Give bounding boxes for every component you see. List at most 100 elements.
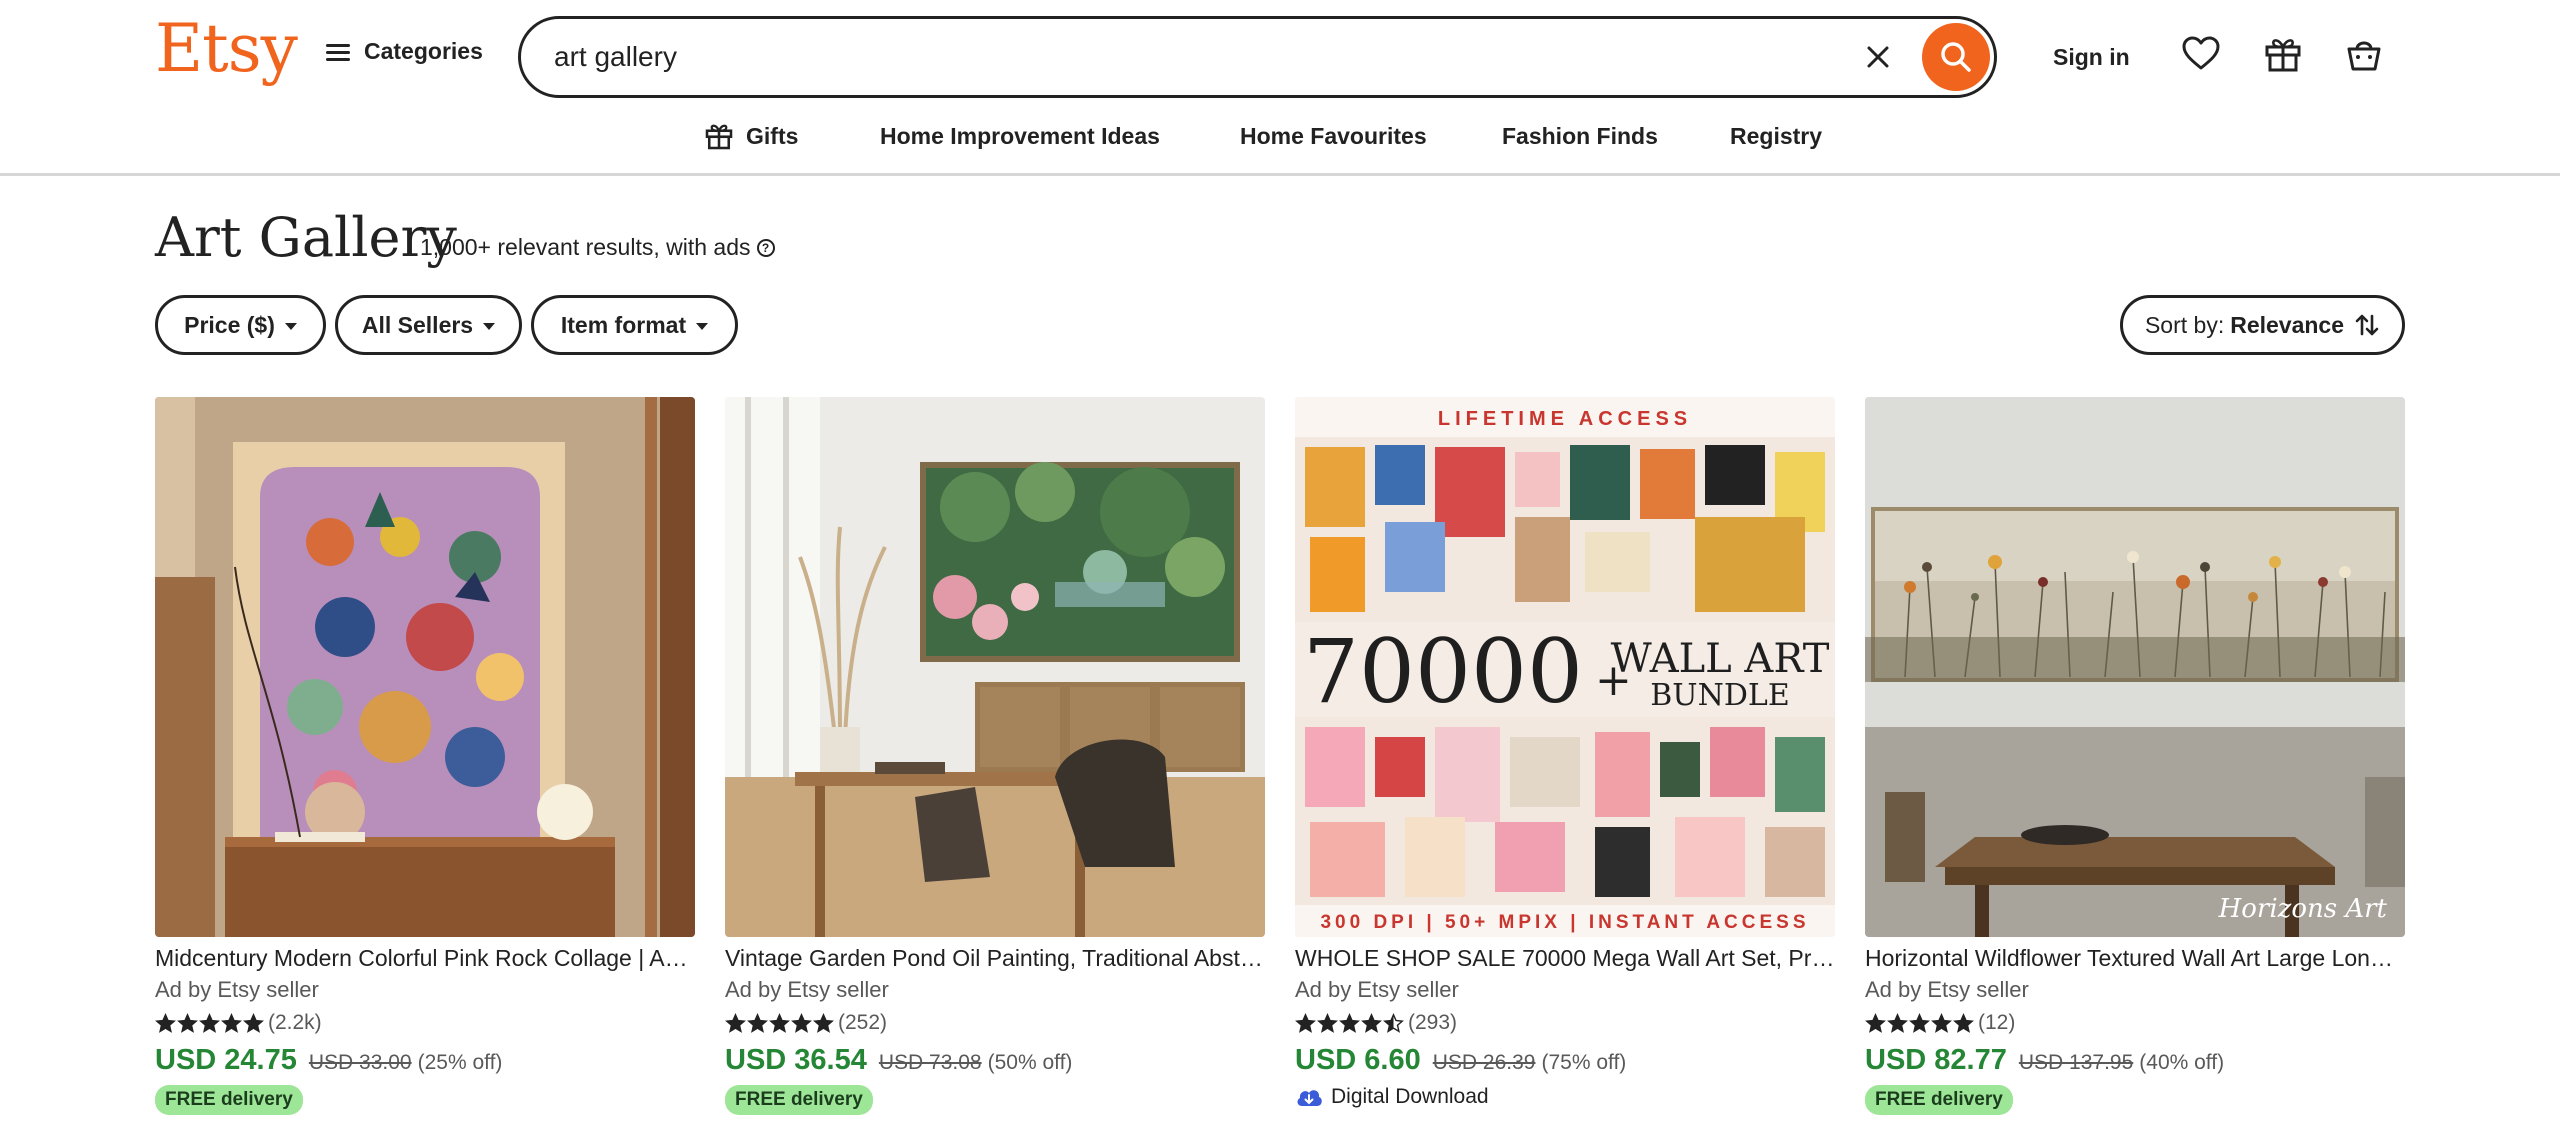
search-input[interactable] [554,41,1834,73]
nav-registry[interactable]: Registry [1730,120,1822,152]
sale-price: USD 36.54 [725,1044,867,1076]
header-divider [0,173,2560,176]
star-icon [1887,1012,1908,1033]
review-count: (252) [838,1011,888,1034]
listing-seller: Ad by Etsy seller [725,977,889,1002]
listing-card[interactable]: Midcentury Modern Colorful Pink Rock Col… [155,397,695,1115]
original-price: USD 73.08 [878,1051,982,1074]
listing-seller: Ad by Etsy seller [155,977,319,1002]
star-icon [1383,1012,1404,1033]
listing-card[interactable]: Horizons Art Horizontal Wildflower Textu… [1865,397,2405,1115]
review-count: (12) [1978,1011,2016,1034]
star-icon [1931,1012,1952,1033]
caret-down-icon [696,323,709,330]
star-rating [1295,1012,1404,1034]
star-icon [177,1012,198,1033]
cloud-download-icon [1297,1090,1322,1106]
sale-price: USD 82.77 [1865,1044,2007,1076]
price-row: USD 24.75 USD 33.00 (25% off) [155,1044,695,1077]
listing-card[interactable]: LIFETIME ACCESS 70000 + WALL ART BUNDLE [1295,397,1835,1109]
star-icon [769,1012,790,1033]
listing-rating: (12) [1865,1011,2405,1035]
results-count: 1,000+ relevant results, with ads [420,234,751,260]
nav-home-improvement[interactable]: Home Improvement Ideas [880,120,1160,152]
secondary-nav: Gifts Home Improvement Ideas Home Favour… [0,120,2560,172]
listing-seller: Ad by Etsy seller [1865,977,2029,1002]
star-icon [221,1012,242,1033]
digital-download-text: Digital Download [1331,1085,1489,1108]
listing-card[interactable]: Vintage Garden Pond Oil Painting, Tradit… [725,397,1265,1115]
nav-gifts[interactable]: Gifts [704,120,798,152]
gift-icon [2265,39,2301,72]
price-filter[interactable]: Price ($) [155,295,326,355]
sign-in-link[interactable]: Sign in [2053,44,2130,71]
categories-button[interactable]: Categories [326,38,483,65]
favorites-button[interactable] [2181,34,2221,74]
sellers-filter-label: All Sellers [361,311,474,338]
cart-button[interactable] [2344,34,2384,74]
digital-download-label: Digital Download [1295,1085,1835,1109]
search-bar [518,16,1997,98]
original-price: USD 137.95 [2018,1051,2134,1074]
bundle-line2-text: BUNDLE [1650,678,1789,713]
format-filter-label: Item format [560,311,687,338]
listing-title[interactable]: WHOLE SHOP SALE 70000 Mega Wall Art Set,… [1295,945,1835,972]
categories-label: Categories [364,38,483,64]
star-icon [199,1012,220,1033]
price-row: USD 36.54 USD 73.08 (50% off) [725,1044,1265,1077]
price-row: USD 6.60 USD 26.39 (75% off) [1295,1044,1835,1077]
nav-home-favourites[interactable]: Home Favourites [1240,120,1427,152]
clear-search-button[interactable] [1862,41,1894,73]
nav-fashion-finds[interactable]: Fashion Finds [1502,120,1658,152]
star-icon [243,1012,264,1033]
review-count: (2.2k) [268,1011,322,1034]
sellers-filter[interactable]: All Sellers [335,295,522,355]
bundle-big-text: 70000 [1303,620,1583,723]
free-delivery-badge: FREE delivery [1865,1085,2013,1115]
listing-title[interactable]: Vintage Garden Pond Oil Painting, Tradit… [725,945,1265,972]
listing-rating: (252) [725,1011,1265,1035]
star-icon [747,1012,768,1033]
discount: (75% off) [1541,1051,1627,1074]
star-icon [813,1012,834,1033]
listing-image[interactable] [725,397,1265,937]
gift-icon [705,124,733,150]
garden-pond-painting-image [725,397,1265,937]
star-icon [1339,1012,1360,1033]
star-icon [725,1012,746,1033]
listing-rating: (2.2k) [155,1011,695,1035]
free-delivery-badge: FREE delivery [725,1085,873,1115]
gift-button[interactable] [2263,34,2303,74]
search-button[interactable] [1922,23,1990,91]
listing-title[interactable]: Horizontal Wildflower Textured Wall Art … [1865,945,2405,972]
caret-down-icon [284,323,297,330]
midcentury-collage-image [155,397,695,937]
help-icon[interactable]: ? [756,238,775,257]
sale-price: USD 24.75 [155,1044,297,1076]
etsy-logo[interactable]: Etsy [155,16,298,82]
discount: (50% off) [987,1051,1073,1074]
sort-dropdown[interactable]: Sort by: Relevance [2120,295,2405,355]
painting-signature: Horizons Art [2218,894,2388,924]
hamburger-icon [326,41,352,63]
star-icon [1909,1012,1930,1033]
sort-prefix: Sort by: [2144,311,2225,338]
format-filter[interactable]: Item format [531,295,738,355]
listing-image[interactable] [155,397,695,937]
listing-seller: Ad by Etsy seller [1295,977,1459,1002]
listing-title[interactable]: Midcentury Modern Colorful Pink Rock Col… [155,945,695,972]
sale-price: USD 6.60 [1295,1044,1421,1076]
listing-image[interactable]: Horizons Art [1865,397,2405,937]
cart-icon [2347,41,2381,71]
heart-icon [2182,36,2220,70]
star-icon [1953,1012,1974,1033]
caret-down-icon [483,323,496,330]
star-icon [155,1012,176,1033]
star-icon [1865,1012,1886,1033]
listing-rating: (293) [1295,1011,1835,1035]
star-icon [791,1012,812,1033]
search-icon [1941,42,1971,72]
listing-image[interactable]: LIFETIME ACCESS 70000 + WALL ART BUNDLE [1295,397,1835,937]
original-price: USD 33.00 [308,1051,412,1074]
bundle-line1-text: WALL ART [1611,636,1830,682]
